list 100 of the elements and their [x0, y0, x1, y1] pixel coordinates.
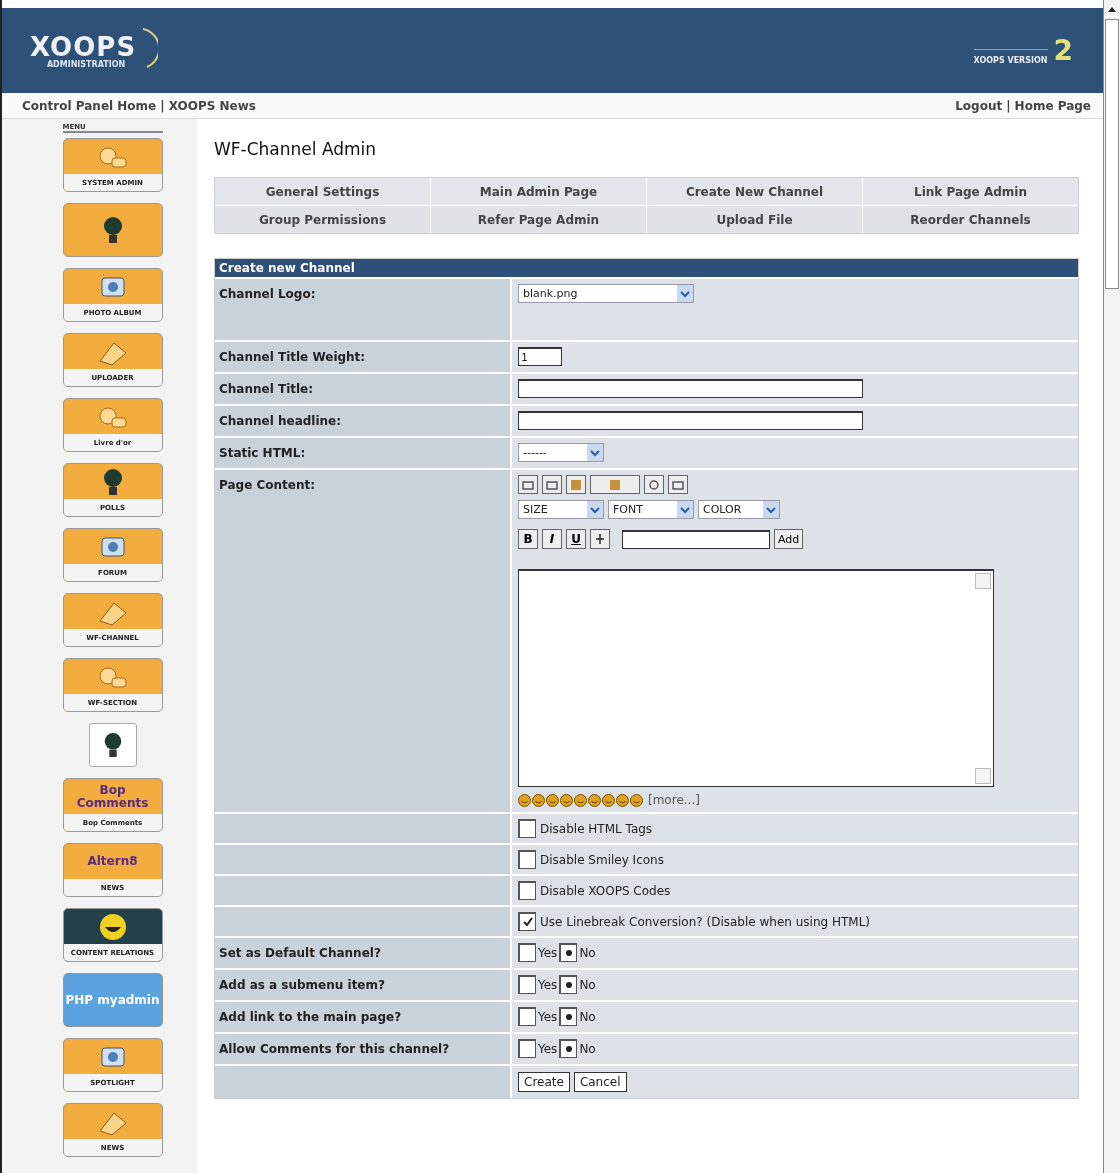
nav-link[interactable]: XOOPS News	[168, 98, 256, 113]
chevron-down-icon	[677, 285, 693, 302]
radio-dot-icon	[564, 949, 573, 957]
field-label: Add as a submenu item?	[215, 970, 510, 1000]
toolbar-button[interactable]	[542, 475, 562, 494]
nav-link[interactable]: Logout	[955, 98, 1003, 113]
cancel-button[interactable]: Cancel	[573, 1072, 627, 1092]
logo-subtitle: ADMINISTRATION	[46, 60, 126, 69]
radio-label: No	[579, 1009, 596, 1024]
chevron-down-icon	[587, 501, 603, 518]
toolbar-button[interactable]	[644, 475, 664, 494]
admin-menu-link[interactable]: Group Permissions	[215, 206, 430, 233]
smiley-icon[interactable]	[574, 793, 587, 807]
field-label: Set as Default Channel?	[215, 938, 510, 968]
version-number: 2	[1053, 36, 1073, 65]
radio-button[interactable]	[559, 975, 578, 994]
admin-menu-link[interactable]: Create New Channel	[647, 178, 862, 205]
radio-label: No	[579, 945, 596, 960]
admin-menu-link[interactable]: Refer Page Admin	[431, 206, 646, 233]
logo-select[interactable]: blank.png	[518, 284, 694, 303]
checkbox[interactable]	[518, 881, 536, 900]
module-tile[interactable]	[88, 723, 137, 767]
scroll-up-icon[interactable]	[1108, 5, 1116, 12]
module-title: Bop Comments	[75, 783, 150, 810]
input-field[interactable]	[518, 411, 863, 430]
separator: |	[160, 98, 165, 113]
format-button[interactable]: I	[542, 529, 562, 549]
input-field[interactable]	[518, 379, 863, 398]
admin-menu-link[interactable]: Main Admin Page	[431, 178, 646, 205]
format-select[interactable]: FONT	[608, 500, 694, 519]
field-label: Page Content:	[215, 470, 510, 812]
page-title: WF-Channel Admin	[214, 139, 378, 159]
laughing-face-icon	[97, 911, 128, 942]
check-icon	[521, 916, 534, 928]
smiley-icon[interactable]	[588, 793, 601, 807]
radio-button[interactable]	[518, 943, 536, 962]
radio-dot-icon	[564, 1013, 573, 1021]
create-button[interactable]: Create	[518, 1072, 570, 1092]
field-label: Allow Comments for this channel?	[215, 1034, 510, 1064]
radio-label: No	[579, 1041, 596, 1056]
toolbar-button[interactable]	[590, 475, 640, 494]
radio-button[interactable]	[559, 943, 578, 962]
checkbox[interactable]	[518, 819, 536, 838]
image-icon	[570, 478, 582, 491]
form-title: Create new Channel	[215, 259, 1078, 277]
radio-button[interactable]	[559, 1039, 578, 1058]
more-link[interactable]: [more...]	[648, 793, 700, 807]
chevron-down-icon	[677, 501, 693, 518]
image-manager-icon	[609, 478, 621, 491]
admin-menu-link[interactable]: General Settings	[215, 178, 430, 205]
strikethrough-button[interactable]	[590, 529, 610, 549]
field-label: Channel Title Weight:	[215, 342, 510, 372]
input-field[interactable]	[622, 530, 770, 549]
module-title: PHP myadmin	[65, 993, 160, 1007]
radio-dot-icon	[564, 981, 573, 989]
add-button[interactable]: Add	[774, 529, 804, 549]
nav-link[interactable]: Home Page	[1014, 98, 1091, 113]
nav-link[interactable]: Control Panel Home	[22, 98, 157, 113]
version-label: XOOPS VERSION	[973, 48, 1048, 65]
radio-label: Yes	[538, 1041, 558, 1056]
format-select[interactable]: SIZE	[518, 500, 604, 519]
input-field[interactable]: 1	[518, 347, 562, 366]
format-button[interactable]: B	[518, 529, 538, 549]
radio-button[interactable]	[518, 1039, 536, 1058]
smiley-icon[interactable]	[518, 793, 531, 807]
radio-dot-icon	[564, 1045, 573, 1053]
radio-button[interactable]	[518, 975, 536, 994]
static-html-select[interactable]: ------	[518, 443, 604, 462]
radio-button[interactable]	[559, 1007, 578, 1026]
smiley-icon[interactable]	[532, 793, 545, 807]
checkbox-label: Disable HTML Tags	[540, 821, 653, 836]
smiley-icon[interactable]	[546, 793, 559, 807]
smiley-icon[interactable]	[602, 793, 615, 807]
admin-menu-link[interactable]: Upload File	[647, 206, 862, 233]
format-select[interactable]: COLOR	[698, 500, 780, 519]
toolbar-button[interactable]	[668, 475, 688, 494]
separator: |	[1006, 98, 1011, 113]
radio-label: Yes	[538, 977, 558, 992]
code-icon	[648, 478, 660, 491]
radio-label: Yes	[538, 945, 558, 960]
admin-menu-link[interactable]: Reorder Channels	[863, 206, 1078, 233]
field-label: Channel headline:	[215, 406, 510, 436]
checkbox-label: Use Linebreak Conversion? (Disable when using HTML)	[540, 914, 871, 929]
format-button[interactable]: U	[566, 529, 586, 549]
field-label: Static HTML:	[215, 438, 510, 468]
toolbar-button[interactable]	[566, 475, 586, 494]
smiley-icon[interactable]	[560, 793, 573, 807]
checkbox[interactable]	[518, 850, 536, 869]
chevron-down-icon	[587, 444, 603, 461]
radio-button[interactable]	[518, 1007, 536, 1026]
smiley-icon[interactable]	[616, 793, 629, 807]
field-label: Channel Logo:	[215, 279, 510, 340]
module-title: Altern8	[87, 855, 138, 868]
checkbox[interactable]	[518, 912, 536, 931]
smiley-icon[interactable]	[630, 793, 643, 807]
toolbar-button[interactable]	[518, 475, 538, 494]
admin-menu-link[interactable]: Link Page Admin	[863, 178, 1078, 205]
field-label: Add link to the main page?	[215, 1002, 510, 1032]
module-tile[interactable]	[62, 203, 163, 257]
radio-label: No	[579, 977, 596, 992]
